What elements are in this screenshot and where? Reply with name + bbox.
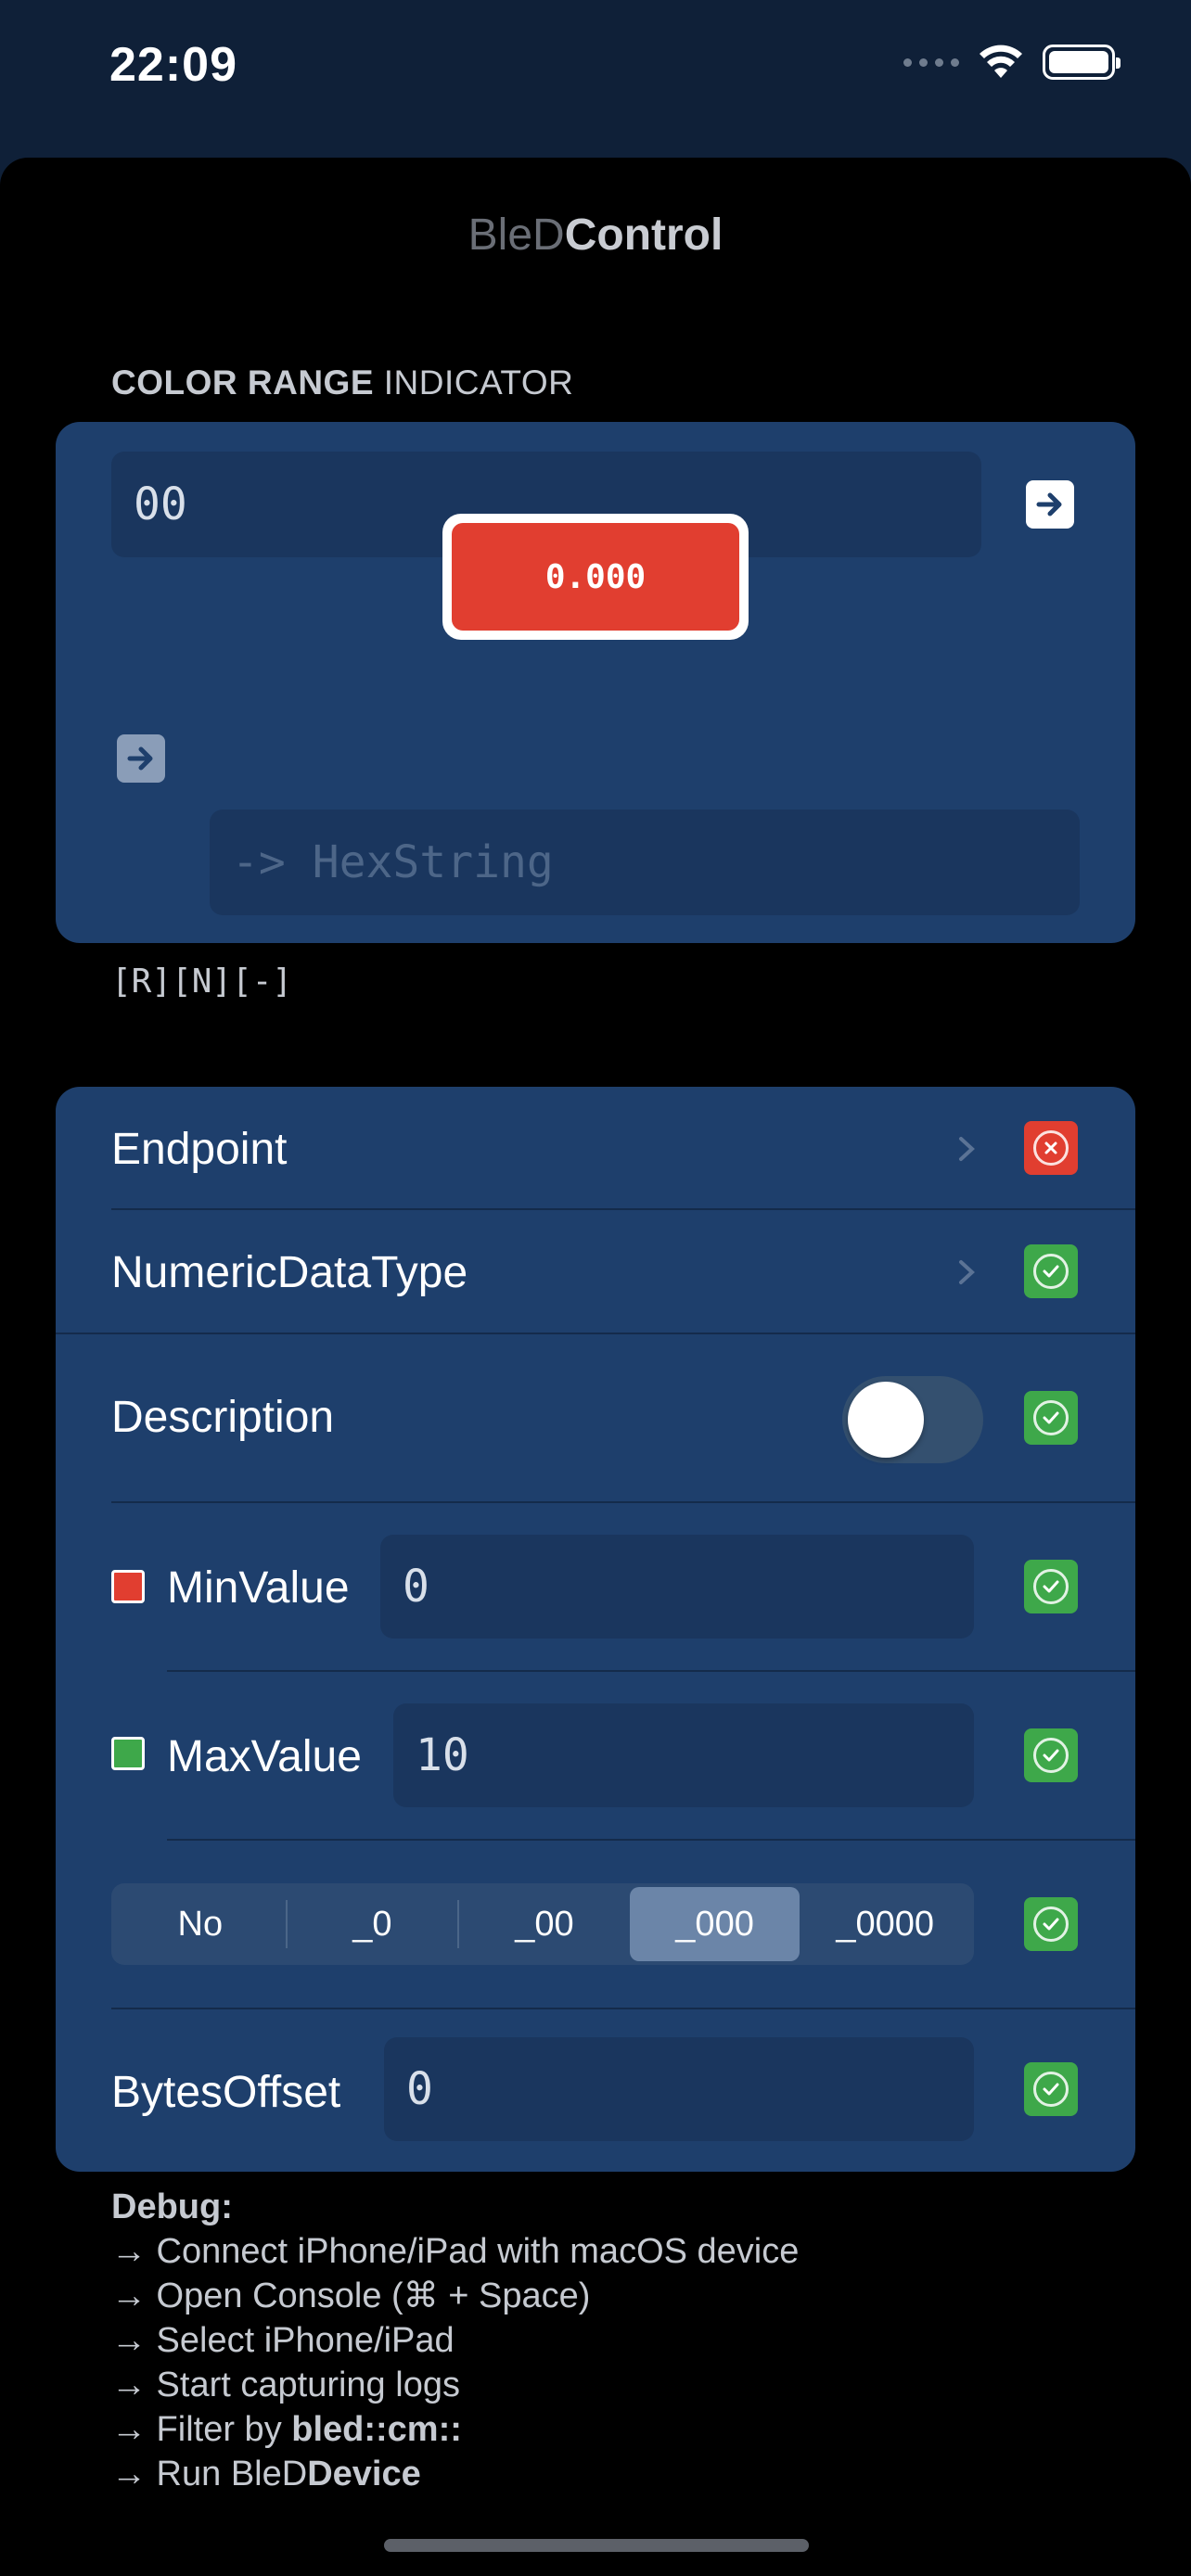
page-title: BleDControl [0,210,1191,261]
max-value-row: MaxValue 10 [56,1672,1135,1839]
status-icons [903,45,1121,80]
segment-0[interactable]: _0 [288,1887,458,1961]
description-label: Description [111,1393,335,1442]
max-color-swatch[interactable] [111,1737,145,1770]
arrow-right-icon [1036,492,1062,516]
settings-card: Endpoint NumericDataType Description Min… [56,1087,1135,2172]
section-header-bold: COLOR RANGE [111,363,374,402]
arrow-right-icon [127,746,153,771]
ok-status-icon [1024,1897,1078,1951]
numeric-data-type-label: NumericDataType [111,1248,468,1297]
segment-000[interactable]: _000 [629,1887,800,1961]
submit-hexstring-button[interactable] [117,734,165,783]
title-prefix: BleD [467,210,565,260]
flags-text: [R][N][-] [111,963,293,1001]
segment-00[interactable]: _00 [459,1887,630,1961]
segment-no[interactable]: No [115,1887,286,1961]
segment-0000[interactable]: _0000 [800,1887,970,1961]
ok-status-icon [1024,2062,1078,2116]
bytes-offset-row: BytesOffset 0 [56,2009,1135,2172]
debug-line: → Select iPhone/iPad [111,2321,455,2360]
endpoint-row[interactable]: Endpoint [56,1087,1135,1209]
max-value-label: MaxValue [167,1732,362,1781]
color-range-card: 00 0.000 -> HexString [56,422,1135,943]
title-suffix: Control [564,210,724,260]
ok-status-icon [1024,1560,1078,1613]
error-status-icon [1024,1121,1078,1175]
hexstring-input[interactable]: -> HexString [210,810,1080,915]
min-color-swatch[interactable] [111,1570,145,1603]
bytes-offset-label: BytesOffset [111,2068,341,2117]
chevron-right-icon [959,1260,975,1284]
color-indicator: 0.000 [452,523,739,631]
debug-line: → Connect iPhone/iPad with macOS device [111,2232,800,2271]
cellular-signal-icon [903,57,959,67]
max-value-input[interactable]: 10 [393,1703,974,1807]
sheet: BleDControl COLOR RANGE INDICATOR 00 0.0… [0,158,1191,2576]
ok-status-icon [1024,1244,1078,1298]
status-bar: 22:09 [0,0,1191,158]
wifi-icon [980,45,1022,78]
battery-icon [1043,45,1121,80]
min-value-input[interactable]: 0 [380,1535,974,1639]
home-indicator [384,2539,809,2552]
color-indicator-frame: 0.000 [442,514,749,640]
precision-segmented-control[interactable]: No _0 _00 _000 _0000 [111,1883,974,1965]
ok-status-icon [1024,1728,1078,1782]
bytes-offset-input[interactable]: 0 [384,2037,974,2141]
chevron-right-icon [959,1137,975,1161]
debug-line: → Filter by bled::cm:: [111,2410,462,2449]
precision-row: No _0 _00 _000 _0000 [56,1841,1135,2008]
numeric-data-type-row[interactable]: NumericDataType [56,1210,1135,1333]
status-time: 22:09 [109,38,237,92]
section-header-regular: INDICATOR [383,363,574,402]
endpoint-label: Endpoint [111,1125,288,1174]
debug-line: → Open Console (⌘ + Space) [111,2276,591,2315]
section-header-color-range: COLOR RANGE INDICATOR [111,363,573,402]
min-value-label: MinValue [167,1563,350,1613]
debug-instructions: Debug: → Connect iPhone/iPad with macOS … [111,2185,799,2496]
ok-status-icon [1024,1391,1078,1445]
debug-line: → Start capturing logs [111,2366,460,2404]
submit-hex-button[interactable] [1026,480,1074,529]
min-value-row: MinValue 0 [56,1503,1135,1670]
debug-line: → Run BleDDevice [111,2455,421,2493]
debug-title: Debug: [111,2187,233,2226]
description-toggle[interactable] [842,1376,983,1463]
